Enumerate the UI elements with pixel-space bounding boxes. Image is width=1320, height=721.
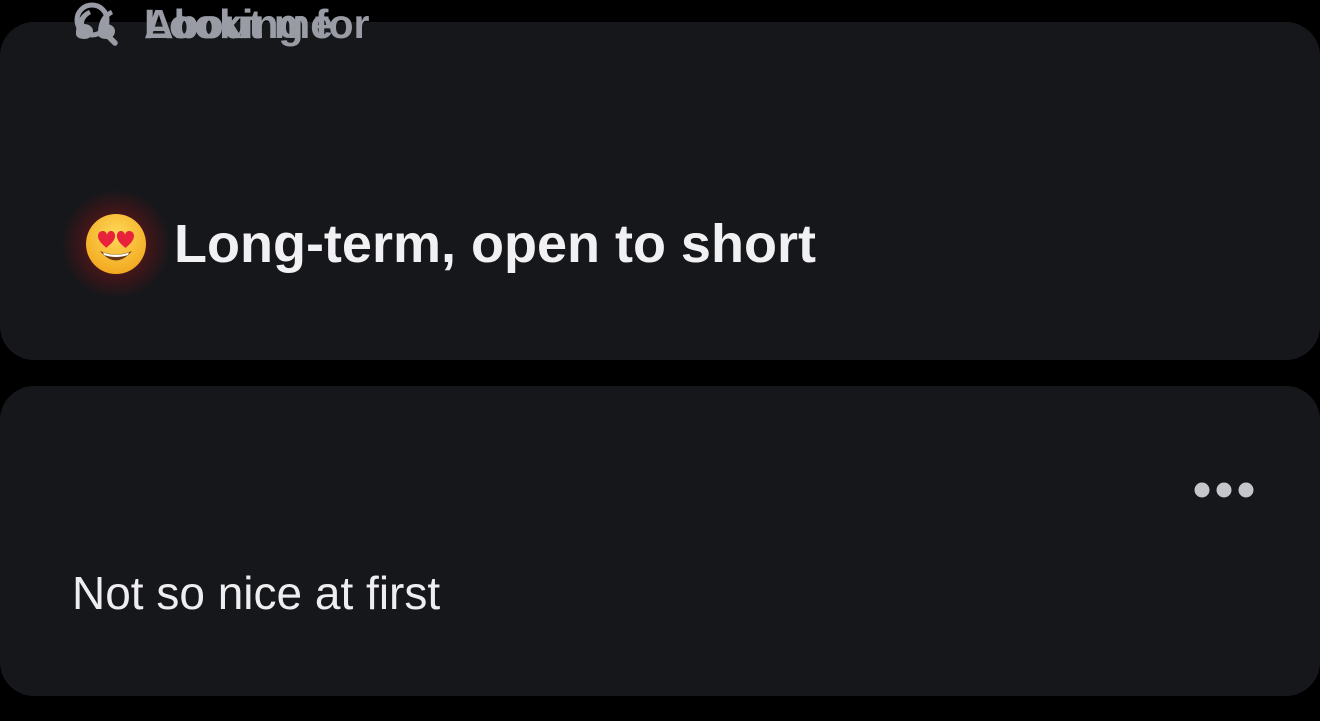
looking-for-value-row: Long-term, open to short <box>62 190 816 298</box>
quote-icon <box>72 0 120 48</box>
heart-eyes-emoji-icon <box>62 190 170 298</box>
more-options-icon <box>1194 482 1254 498</box>
looking-for-value: Long-term, open to short <box>174 214 816 274</box>
about-me-header: About me <box>72 0 333 48</box>
about-me-card <box>0 386 1320 696</box>
more-options-button[interactable] <box>1184 470 1264 510</box>
about-me-label: About me <box>144 1 334 47</box>
about-me-text: Not so nice at first <box>72 567 441 619</box>
looking-for-card <box>0 22 1320 360</box>
